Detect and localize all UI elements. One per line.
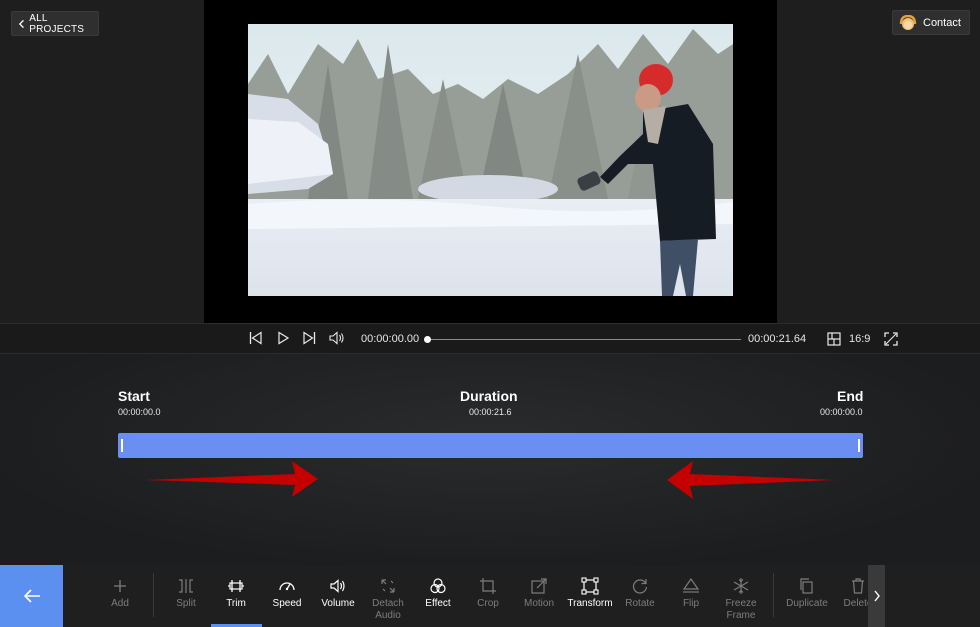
toolbar-divider xyxy=(773,573,774,617)
aspect-ratio-icon[interactable] xyxy=(827,332,841,346)
annotation-arrows xyxy=(145,461,835,499)
tool-volume[interactable]: Volume xyxy=(317,565,359,627)
contact-button[interactable]: Contact xyxy=(892,10,970,35)
transform-icon xyxy=(581,577,599,595)
tool-transform[interactable]: Transform xyxy=(566,565,614,627)
tool-detach-audio[interactable]: Detach Audio xyxy=(366,565,410,627)
aspect-ratio-label[interactable]: 16:9 xyxy=(849,333,870,345)
rotate-icon xyxy=(632,579,648,594)
crop-icon xyxy=(480,578,496,594)
end-time: 00:00:00.0 xyxy=(820,407,863,417)
tool-label: Transform xyxy=(567,598,613,609)
volume-icon xyxy=(330,579,345,593)
all-projects-button[interactable]: ALL PROJECTS xyxy=(11,11,99,36)
tool-split[interactable]: Split xyxy=(166,565,206,627)
video-frame-image xyxy=(248,24,733,296)
trim-icon xyxy=(228,580,244,592)
arrow-left-annotation xyxy=(667,461,835,499)
tool-effect[interactable]: Effect xyxy=(418,565,458,627)
tool-crop[interactable]: Crop xyxy=(468,565,508,627)
plus-icon xyxy=(114,580,126,592)
chevron-left-icon xyxy=(18,19,24,28)
play-icon[interactable] xyxy=(276,331,290,345)
tool-label: Rotate xyxy=(625,598,655,609)
tool-duplicate[interactable]: Duplicate xyxy=(784,565,830,627)
video-preview[interactable] xyxy=(248,24,733,296)
support-avatar-icon xyxy=(899,14,917,30)
tool-label: Motion xyxy=(523,598,554,609)
tool-rotate[interactable]: Rotate xyxy=(620,565,660,627)
tool-label: Duplicate xyxy=(786,598,828,609)
trim-end-handle[interactable] xyxy=(858,439,860,452)
tool-label: Freeze Frame xyxy=(725,598,757,621)
trim-panel: Start 00:00:00.0 Duration 00:00:21.6 End… xyxy=(0,354,980,565)
progress-knob[interactable] xyxy=(424,336,431,343)
end-label: End xyxy=(837,388,864,404)
start-time: 00:00:00.0 xyxy=(118,407,161,417)
back-button[interactable] xyxy=(0,565,63,627)
volume-icon[interactable] xyxy=(329,331,345,345)
effect-icon xyxy=(430,578,446,594)
tool-label: Crop xyxy=(477,598,499,609)
tool-label: Detach Audio xyxy=(372,598,404,621)
skip-back-icon[interactable] xyxy=(249,331,263,345)
tool-add[interactable]: Add xyxy=(100,565,140,627)
contact-label: Contact xyxy=(923,16,961,29)
tool-label: Add xyxy=(111,598,129,609)
tool-label: Speed xyxy=(272,598,302,609)
tool-motion[interactable]: Motion xyxy=(518,565,560,627)
tool-label: Split xyxy=(176,598,196,609)
tool-label: Trim xyxy=(226,598,246,609)
fullscreen-icon[interactable] xyxy=(884,332,898,346)
tool-label: Effect xyxy=(425,598,451,609)
toolbar-scroll-right-button[interactable] xyxy=(868,565,885,627)
tool-label: Flip xyxy=(682,598,700,609)
speed-icon xyxy=(279,582,295,591)
arrow-right-annotation xyxy=(145,461,318,497)
all-projects-label: ALL PROJECTS xyxy=(29,12,85,35)
trim-start-handle[interactable] xyxy=(121,439,123,452)
toolbar-divider xyxy=(153,573,154,617)
chevron-right-icon xyxy=(873,590,880,602)
duration-time: 00:00:21.6 xyxy=(469,407,512,417)
preview-area: ALL PROJECTS Contact xyxy=(0,0,980,323)
skip-forward-icon[interactable] xyxy=(302,331,316,345)
total-time: 00:00:21.64 xyxy=(748,333,807,345)
split-icon xyxy=(179,579,193,593)
tool-freeze-frame[interactable]: Freeze Frame xyxy=(718,565,764,627)
flip-icon xyxy=(682,577,700,593)
tool-speed[interactable]: Speed xyxy=(267,565,307,627)
duration-label: Duration xyxy=(460,388,518,404)
tool-trim[interactable]: Trim xyxy=(216,565,256,627)
motion-icon xyxy=(531,578,547,594)
video-stage xyxy=(204,0,777,323)
trash-icon xyxy=(852,578,864,594)
arrow-left-icon xyxy=(23,589,40,603)
video-editor: ALL PROJECTS Contact 00:00:00.00 00:00:2… xyxy=(0,0,980,627)
start-label: Start xyxy=(118,388,150,404)
freeze-frame-icon xyxy=(733,578,749,594)
player-controls: 00:00:00.00 00:00:21.64 16:9 xyxy=(0,323,980,354)
tool-label: Volume xyxy=(321,598,355,609)
current-time: 00:00:00.00 xyxy=(361,333,420,345)
duplicate-icon xyxy=(800,578,813,594)
edit-toolbar: Add Split Trim Speed Volume Detach Audio xyxy=(0,565,980,627)
progress-track[interactable] xyxy=(426,339,741,340)
detach-audio-icon xyxy=(381,579,395,593)
tool-flip[interactable]: Flip xyxy=(671,565,711,627)
